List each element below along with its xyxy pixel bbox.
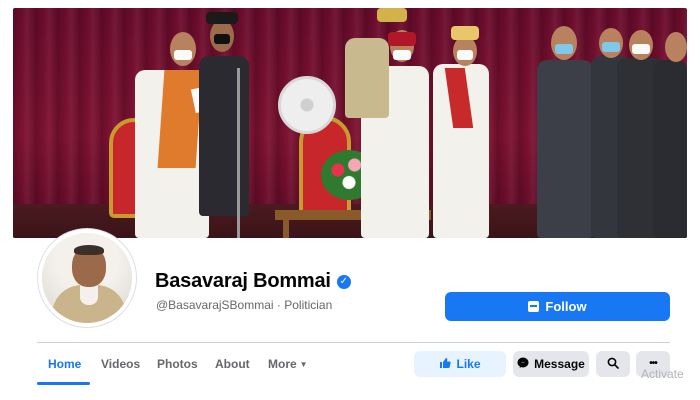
active-tab-indicator (37, 382, 90, 385)
person-head (170, 32, 196, 66)
person-head (665, 32, 687, 62)
tab-more-label: More (268, 357, 297, 371)
follow-icon (528, 301, 540, 312)
profile-avatar[interactable] (38, 229, 136, 327)
face-mask (214, 34, 230, 44)
guard-figure (199, 56, 249, 216)
red-cap (388, 32, 416, 46)
profile-subtitle: @BasavarajSBommai · Politician (156, 298, 333, 312)
orange-shawl (157, 70, 203, 168)
microphone-stand (237, 68, 240, 238)
face-mask (602, 42, 620, 52)
pedestal-fan (278, 76, 336, 134)
turban (451, 26, 479, 40)
like-label: Like (456, 357, 481, 371)
tab-photos[interactable]: Photos (157, 357, 198, 371)
suited-person (653, 60, 687, 238)
activate-windows-watermark: Activate (641, 367, 684, 381)
tab-videos[interactable]: Videos (101, 357, 140, 371)
verified-badge-icon: ✓ (336, 274, 351, 289)
page-title: Basavaraj Bommai (155, 270, 331, 292)
thumbs-up-icon (439, 357, 452, 371)
person-head (551, 26, 577, 60)
tab-more[interactable]: More ▼ (268, 357, 308, 371)
follow-label: Follow (545, 299, 587, 314)
table-leg (283, 220, 289, 238)
facebook-page-header: Basavaraj Bommai ✓ @BasavarajSBommai · P… (0, 0, 700, 400)
profile-name-row: Basavaraj Bommai ✓ (155, 270, 351, 293)
search-button[interactable] (596, 351, 630, 377)
like-button[interactable]: Like (414, 351, 506, 377)
suited-person (537, 60, 593, 238)
message-button[interactable]: Message (513, 351, 589, 377)
follow-button[interactable]: Follow (445, 292, 670, 321)
face-mask (632, 44, 650, 54)
chevron-down-icon: ▼ (299, 360, 308, 369)
cover-photo[interactable] (13, 8, 687, 238)
header-divider (37, 342, 670, 343)
face-mask (457, 50, 473, 60)
tab-home[interactable]: Home (48, 357, 81, 371)
search-icon (607, 357, 619, 371)
aide-turban (377, 8, 407, 22)
aide-figure (345, 38, 389, 118)
message-label: Message (534, 357, 585, 371)
messenger-icon (517, 357, 529, 371)
face-mask (174, 50, 192, 60)
guard-cap (206, 12, 238, 24)
tab-about[interactable]: About (215, 357, 250, 371)
face-mask (555, 44, 573, 54)
avatar-collar (80, 285, 98, 305)
face-mask (393, 50, 411, 60)
avatar-hair (74, 245, 104, 255)
